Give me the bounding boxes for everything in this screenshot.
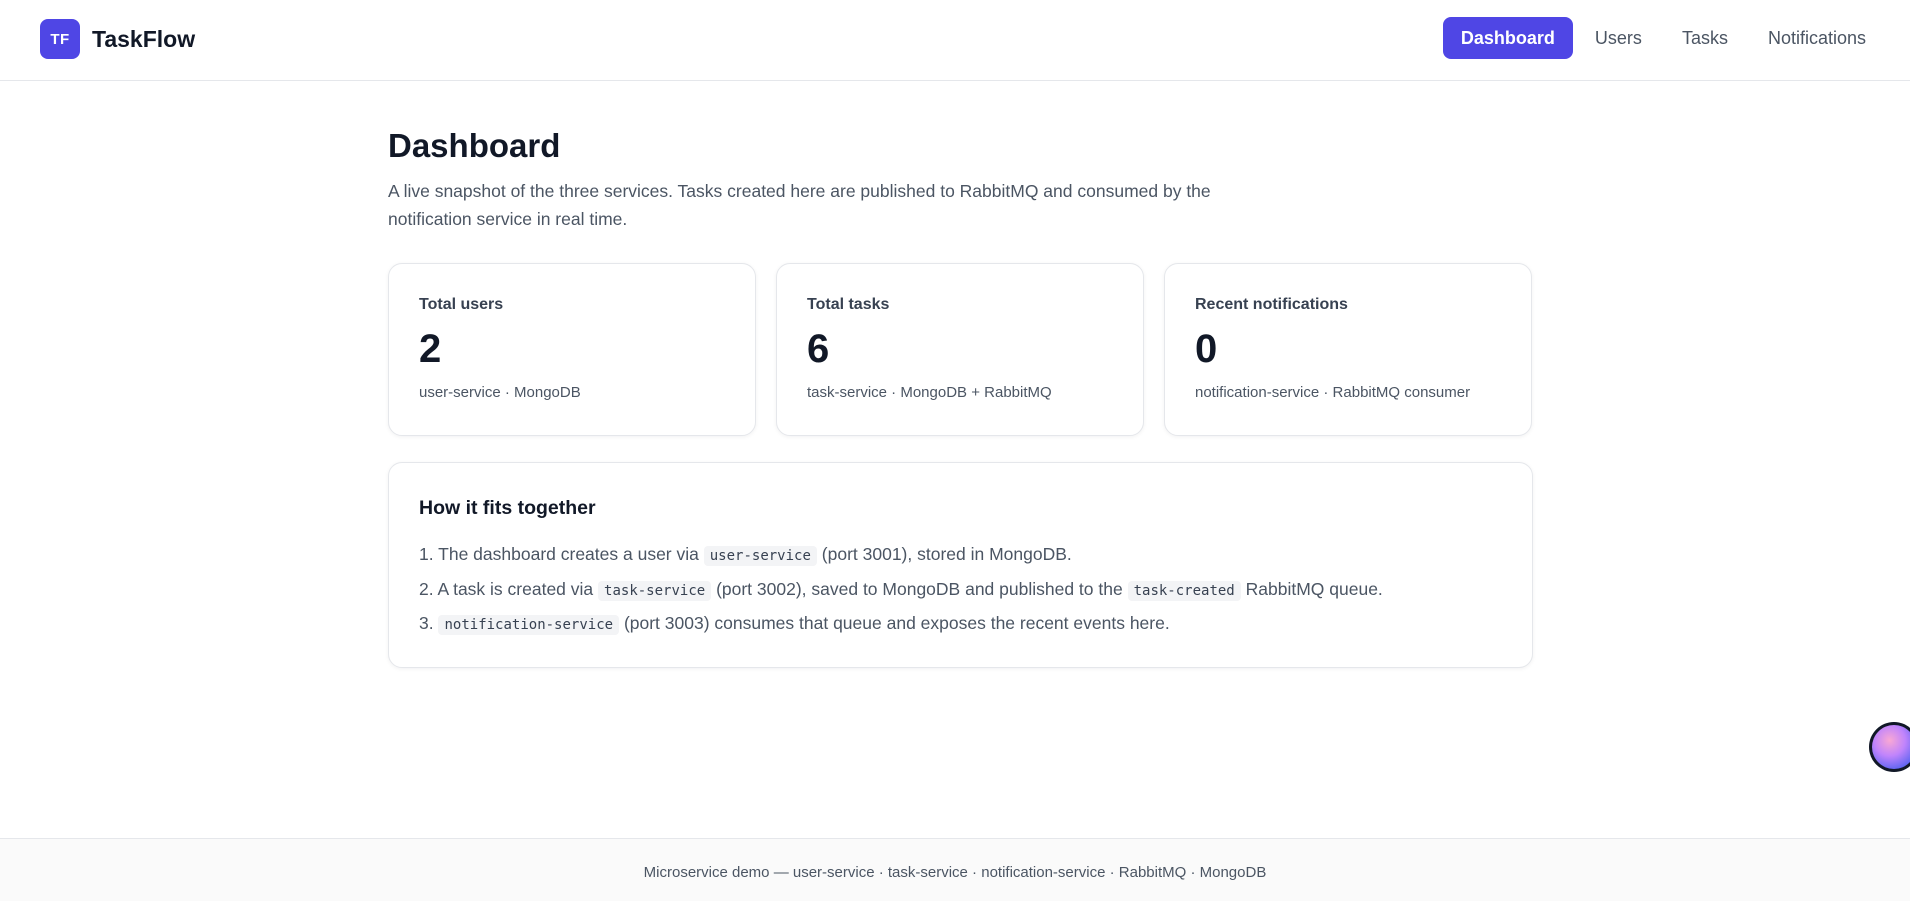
footer-text: Microservice demo — user-service · task-… — [643, 863, 1267, 881]
step-text: (port 3002), saved to MongoDB and publis… — [716, 578, 1123, 599]
how-steps-list: 1. The dashboard creates a user via user… — [419, 538, 1502, 642]
brand-name: TaskFlow — [92, 25, 196, 52]
main-nav: Dashboard Users Tasks Notifications — [1442, 17, 1884, 59]
stat-label: Total tasks — [807, 296, 890, 313]
assistant-avatar-icon — [1872, 725, 1910, 769]
stat-label: Recent notifications — [1195, 296, 1348, 313]
page-description: A live snapshot of the three services. T… — [388, 181, 1211, 229]
step-number: 2. — [419, 578, 434, 599]
stat-subtitle: user-service · MongoDB — [419, 384, 581, 401]
code-user-service: user-service — [703, 546, 817, 566]
step-item: 1. The dashboard creates a user via user… — [419, 538, 1502, 573]
nav-notifications[interactable]: Notifications — [1750, 17, 1884, 59]
step-item: 3. notification-service (port 3003) cons… — [419, 607, 1502, 642]
how-it-fits-card: How it fits together 1. The dashboard cr… — [388, 462, 1533, 668]
footer: Microservice demo — user-service · task-… — [0, 838, 1910, 901]
stat-label: Total users — [419, 296, 504, 313]
stat-subtitle: notification-service · RabbitMQ consumer — [1195, 384, 1471, 401]
stats-row: Total users 2 user-service · MongoDB Tot… — [388, 263, 1533, 436]
step-text: A task is created via — [437, 578, 594, 599]
stat-value: 2 — [419, 327, 442, 371]
step-number: 3. — [419, 613, 434, 633]
main-content: Dashboard A live snapshot of the three s… — [388, 126, 1533, 668]
stat-value: 0 — [1195, 327, 1218, 371]
stat-subtitle: task-service · MongoDB + RabbitMQ — [807, 384, 1052, 401]
step-item: 2. A task is created via task-service (p… — [419, 573, 1502, 608]
stat-value: 6 — [807, 327, 830, 371]
how-title: How it fits together — [419, 497, 596, 519]
step-text: RabbitMQ queue. — [1245, 578, 1383, 599]
code-task-service: task-service — [598, 580, 712, 601]
code-notification-service: notification-service — [438, 615, 620, 635]
step-number: 1. — [419, 544, 434, 564]
nav-tasks[interactable]: Tasks — [1664, 17, 1746, 59]
chat-widget-button[interactable] — [1869, 722, 1910, 772]
step-text: The dashboard creates a user via — [438, 544, 699, 564]
step-text: (port 3001), stored in MongoDB. — [821, 544, 1072, 564]
nav-users[interactable]: Users — [1577, 17, 1660, 59]
top-navbar: TF TaskFlow Dashboard Users Tasks Notifi… — [0, 0, 1910, 81]
page-title: Dashboard — [388, 127, 561, 164]
logo-icon: TF — [40, 19, 80, 59]
step-text: (port 3003) consumes that queue and expo… — [623, 613, 1170, 633]
nav-dashboard[interactable]: Dashboard — [1442, 17, 1573, 59]
stat-card-notifications: Recent notifications 0 notification-serv… — [1164, 263, 1532, 436]
stat-card-users: Total users 2 user-service · MongoDB — [388, 263, 756, 436]
code-task-created: task-created — [1127, 580, 1241, 601]
brand[interactable]: TF TaskFlow — [40, 19, 195, 59]
stat-card-tasks: Total tasks 6 task-service · MongoDB + R… — [776, 263, 1144, 436]
